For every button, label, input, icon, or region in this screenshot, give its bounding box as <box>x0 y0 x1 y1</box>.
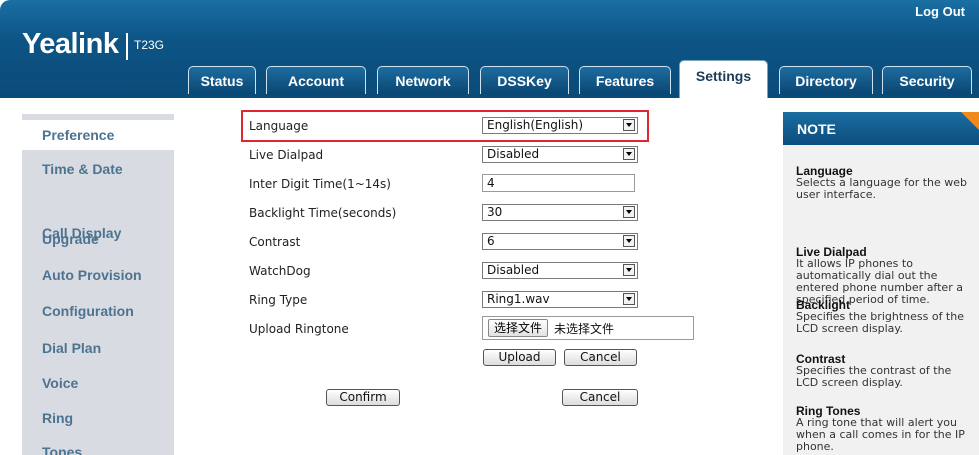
sidebar-item-tones[interactable]: Tones <box>42 444 82 455</box>
no-file-text: 未选择文件 <box>554 322 615 336</box>
web-ui-window: Log Out Yealink T23G Status Account Netw… <box>0 0 979 455</box>
language-select[interactable]: English(English) <box>482 117 638 134</box>
watchdog-value: Disabled <box>487 263 540 277</box>
tab-network[interactable]: Network <box>377 66 469 94</box>
chevron-down-icon <box>623 235 635 247</box>
note-line: phone. <box>796 440 834 453</box>
sidebar-item-ring[interactable]: Ring <box>42 410 73 426</box>
tab-dsskey[interactable]: DSSKey <box>480 66 569 94</box>
chevron-down-icon <box>623 293 635 305</box>
logout-link[interactable]: Log Out <box>915 4 965 19</box>
sidebar-item-auto-provision[interactable]: Auto Provision <box>42 267 142 283</box>
brand-logo: Yealink <box>22 28 119 60</box>
note-item-contrast: Contrast Specifies the contrast of the L… <box>796 353 978 389</box>
contrast-select[interactable]: 6 <box>482 233 638 250</box>
note-line: LCD screen display. <box>796 322 903 335</box>
chevron-down-icon <box>623 148 635 160</box>
sidebar-item-preference[interactable]: Preference <box>22 120 174 150</box>
sidebar-nav: Preference Time & Date Call Display Upgr… <box>22 114 174 455</box>
inter-digit-input[interactable]: 4 <box>482 174 635 192</box>
live-dialpad-label: Live Dialpad <box>249 148 324 162</box>
live-dialpad-select[interactable]: Disabled <box>482 146 638 163</box>
corner-fold-icon <box>961 112 979 130</box>
watchdog-label: WatchDog <box>249 264 311 278</box>
upload-button[interactable]: Upload <box>483 349 556 366</box>
tab-settings[interactable]: Settings <box>679 60 768 98</box>
chevron-down-icon <box>623 264 635 276</box>
tab-security[interactable]: Security <box>882 66 972 94</box>
chevron-down-icon <box>623 206 635 218</box>
model-label: T23G <box>134 38 165 52</box>
inter-digit-value: 4 <box>487 176 495 190</box>
choose-file-button[interactable]: 选择文件 <box>488 319 548 337</box>
ring-type-value: Ring1.wav <box>487 292 550 306</box>
note-line: LCD screen display. <box>796 376 903 389</box>
watchdog-select[interactable]: Disabled <box>482 262 638 279</box>
tab-features[interactable]: Features <box>579 66 671 94</box>
note-line: user interface. <box>796 188 877 201</box>
sidebar-item-label: Preference <box>42 127 115 143</box>
backlight-value: 30 <box>487 205 503 219</box>
logo-divider <box>126 33 128 60</box>
ring-type-select[interactable]: Ring1.wav <box>482 291 638 308</box>
tab-directory[interactable]: Directory <box>779 66 873 94</box>
sidebar-item-voice[interactable]: Voice <box>42 375 78 391</box>
note-item-live-dialpad: Live Dialpad It allows IP phones to auto… <box>796 246 978 306</box>
tab-account[interactable]: Account <box>266 66 366 94</box>
contrast-label: Contrast <box>249 235 301 249</box>
inter-digit-label: Inter Digit Time(1~14s) <box>249 177 391 191</box>
sidebar-item-time-date[interactable]: Time & Date <box>42 161 123 177</box>
note-item-language: Language Selects a language for the web … <box>796 165 978 201</box>
backlight-select[interactable]: 30 <box>482 204 638 221</box>
sidebar-item-dial-plan[interactable]: Dial Plan <box>42 340 101 356</box>
language-label: Language <box>249 119 309 133</box>
contrast-value: 6 <box>487 234 495 248</box>
backlight-label: Backlight Time(seconds) <box>249 206 397 220</box>
confirm-button[interactable]: Confirm <box>326 389 400 406</box>
sidebar-item-upgrade[interactable]: Upgrade <box>42 231 99 247</box>
tab-status[interactable]: Status <box>188 66 256 94</box>
ring-type-label: Ring Type <box>249 293 308 307</box>
note-panel: Language Selects a language for the web … <box>783 145 979 455</box>
upload-ringtone-label: Upload Ringtone <box>249 322 349 336</box>
chevron-down-icon <box>623 119 635 131</box>
note-header: NOTE <box>783 112 979 145</box>
live-dialpad-value: Disabled <box>487 147 540 161</box>
cancel-button[interactable]: Cancel <box>562 389 638 406</box>
note-title: NOTE <box>797 121 836 137</box>
note-item-ring-tones: Ring Tones A ring tone that will alert y… <box>796 405 978 453</box>
note-item-backlight: Backlight Specifies the brightness of th… <box>796 299 978 335</box>
cancel-upload-button[interactable]: Cancel <box>564 349 637 366</box>
sidebar-item-configuration[interactable]: Configuration <box>42 303 134 319</box>
language-value: English(English) <box>487 118 584 132</box>
header-bar: Log Out Yealink T23G Status Account Netw… <box>0 0 979 98</box>
